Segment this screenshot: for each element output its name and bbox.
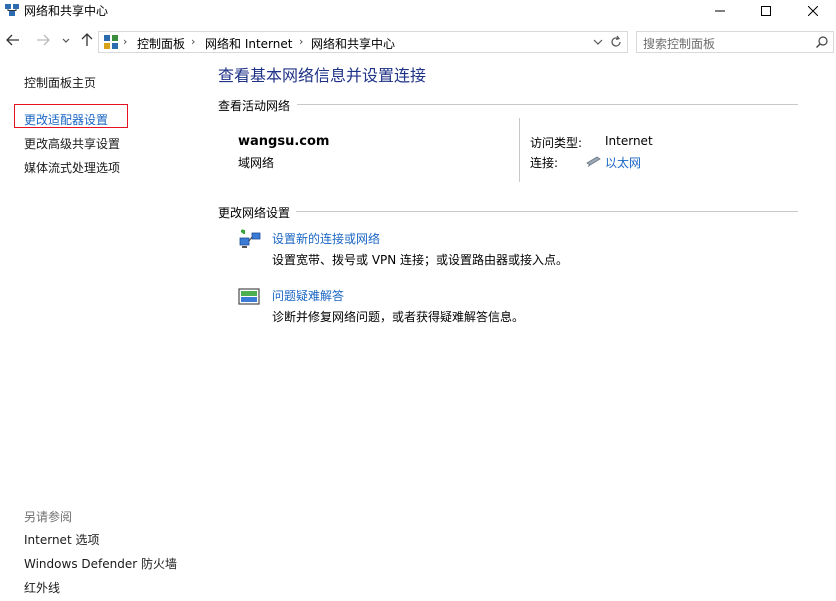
chevron-down-icon[interactable] — [593, 38, 603, 46]
up-button[interactable] — [80, 32, 94, 52]
active-networks-heading: 查看活动网络 — [218, 99, 291, 113]
sidebar-item-media-streaming-options[interactable]: 媒体流式处理选项 — [24, 159, 120, 176]
access-type-value: Internet — [605, 134, 653, 148]
connections-label: 连接: — [530, 156, 559, 170]
breadcrumb-separator-icon: › — [123, 35, 128, 48]
search-placeholder: 搜索控制面板 — [643, 37, 716, 51]
recent-locations-button[interactable] — [62, 32, 70, 52]
page-title: 查看基本网络信息并设置连接 — [218, 66, 427, 85]
network-name: wangsu.com — [238, 134, 330, 149]
breadcrumb-separator-icon: › — [191, 35, 196, 48]
see-also-heading: 另请参阅 — [24, 510, 73, 524]
address-bar[interactable]: › 控制面板 › 网络和 Internet › 网络和共享中心 — [98, 31, 628, 53]
maximize-button[interactable] — [743, 0, 789, 22]
forward-arrow-icon — [37, 34, 50, 46]
breadcrumb-network-internet[interactable]: 网络和 Internet — [205, 35, 292, 52]
change-network-settings-heading: 更改网络设置 — [218, 206, 291, 220]
network-category[interactable]: 域网络 — [238, 154, 274, 171]
ethernet-icon — [586, 156, 601, 167]
back-arrow-icon — [6, 34, 19, 46]
up-arrow-icon — [81, 33, 93, 46]
ethernet-connection-link[interactable]: 以太网 — [605, 154, 641, 171]
minimize-icon — [715, 10, 725, 12]
see-also-windows-defender-firewall[interactable]: Windows Defender 防火墙 — [24, 555, 177, 572]
maximize-icon — [761, 6, 771, 16]
see-also-infrared[interactable]: 红外线 — [24, 579, 60, 596]
network-sharing-icon — [5, 4, 19, 16]
setup-new-connection-description: 设置宽带、拨号或 VPN 连接；或设置路由器或接入点。 — [272, 253, 569, 267]
close-icon — [808, 6, 818, 16]
sidebar-item-control-panel-home[interactable]: 控制面板主页 — [24, 74, 96, 91]
section-divider — [297, 104, 798, 105]
sidebar-item-change-adapter-settings[interactable]: 更改适配器设置 — [24, 111, 108, 128]
troubleshoot-problems-link[interactable]: 问题疑难解答 — [272, 287, 344, 304]
access-type-label: 访问类型: — [530, 136, 583, 150]
forward-button[interactable] — [36, 32, 50, 52]
breadcrumb-separator-icon: › — [299, 35, 304, 48]
window-title: 网络和共享中心 — [24, 4, 109, 18]
refresh-icon[interactable] — [609, 35, 623, 49]
back-button[interactable] — [6, 32, 20, 52]
close-button[interactable] — [790, 0, 836, 22]
setup-new-connection-link[interactable]: 设置新的连接或网络 — [272, 230, 380, 247]
troubleshoot-icon — [238, 288, 260, 305]
section-divider — [296, 211, 798, 212]
address-row: › 控制面板 › 网络和 Internet › 网络和共享中心 搜索控制面板 — [0, 28, 836, 56]
title-bar: 网络和共享中心 — [0, 0, 836, 22]
troubleshoot-problems-description: 诊断并修复网络问题，或者获得疑难解答信息。 — [272, 310, 525, 324]
breadcrumb-network-sharing-center[interactable]: 网络和共享中心 — [311, 35, 395, 52]
search-input[interactable]: 搜索控制面板 — [636, 31, 834, 53]
network-info-divider — [519, 118, 520, 182]
sidebar-item-advanced-sharing-settings[interactable]: 更改高级共享设置 — [24, 135, 120, 152]
breadcrumb-control-panel[interactable]: 控制面板 — [137, 35, 185, 52]
search-icon[interactable] — [815, 35, 829, 49]
new-connection-icon — [239, 229, 261, 248]
chevron-down-icon — [62, 38, 70, 43]
control-panel-icon — [104, 35, 118, 49]
see-also-internet-options[interactable]: Internet 选项 — [24, 531, 99, 548]
minimize-button[interactable] — [697, 0, 743, 22]
